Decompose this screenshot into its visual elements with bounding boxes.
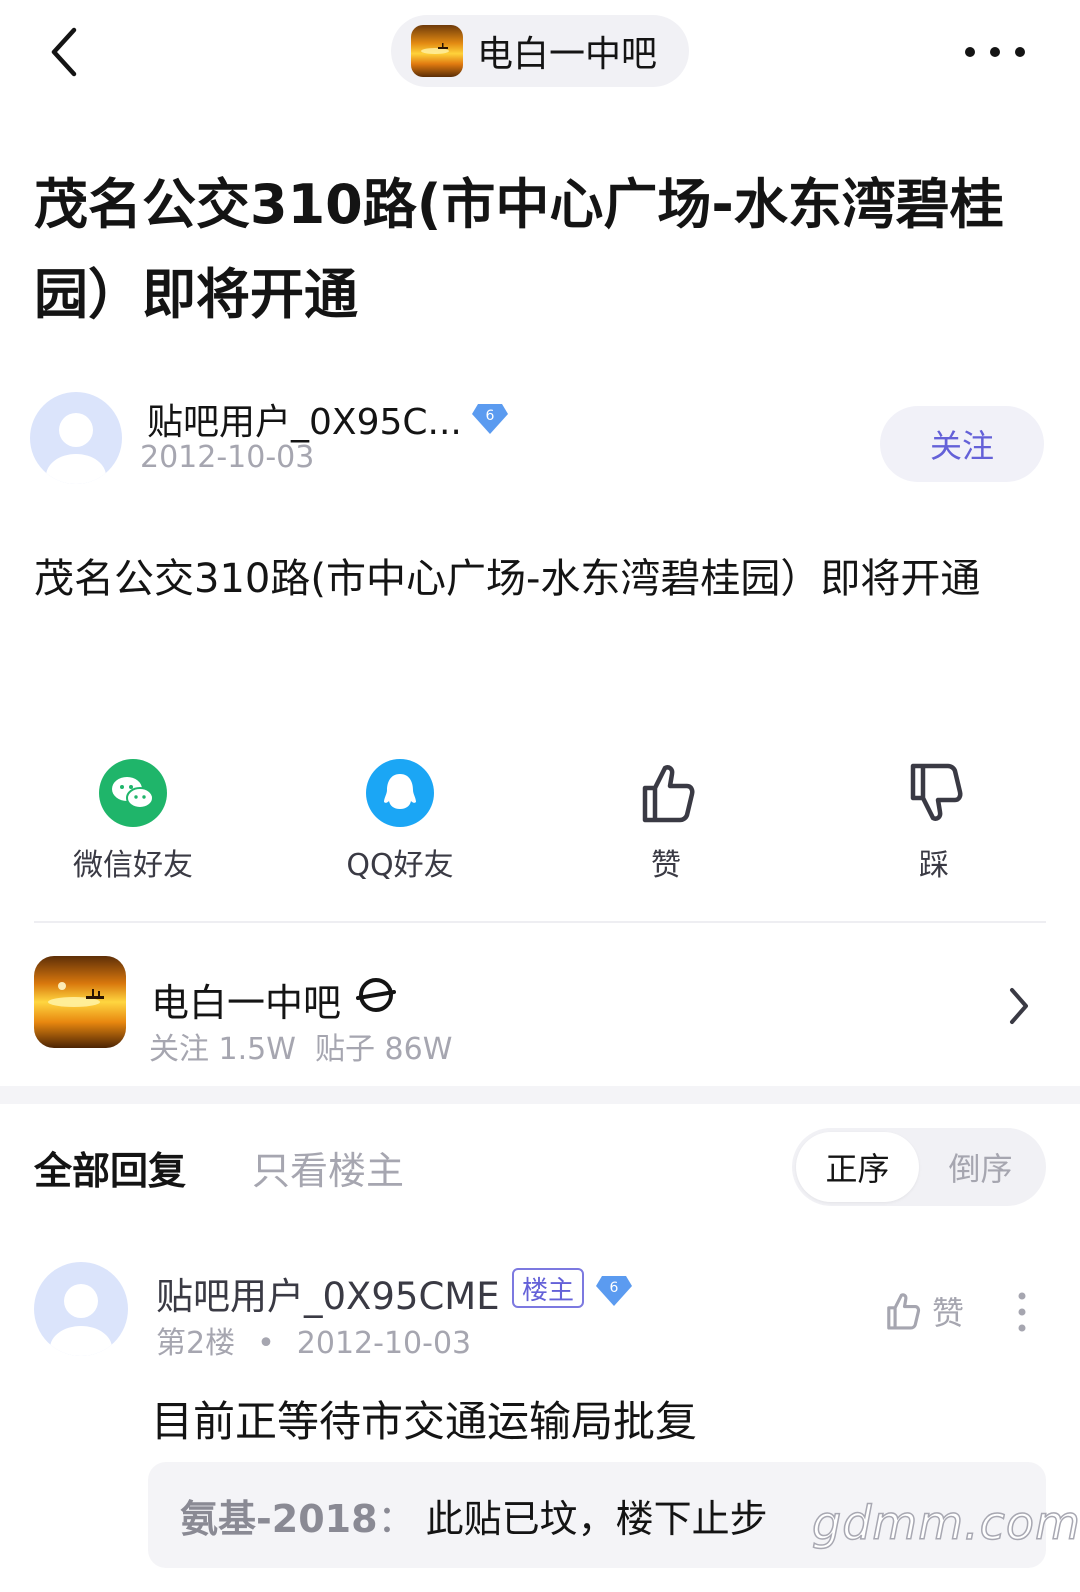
more-dots-icon: [965, 47, 1025, 57]
reply-like-label: 赞: [932, 1294, 965, 1332]
forum-header-name: 电白一中吧: [477, 34, 658, 75]
default-avatar-icon: [30, 392, 122, 484]
meta-separator: •: [257, 1326, 275, 1361]
sort-toggle: 正序 倒序: [792, 1128, 1046, 1206]
forum-stats: 关注 1.5W 贴子 86W: [149, 1032, 453, 1067]
forum-card-enter-button[interactable]: [1004, 986, 1034, 1026]
chevron-right-icon: [1010, 988, 1028, 1024]
reply-text: 目前正等待市交通运输局批复: [151, 1397, 698, 1446]
post-date: 2012-10-03: [140, 440, 315, 475]
diamond-level-icon: 6: [472, 404, 508, 434]
author-avatar[interactable]: [30, 392, 122, 484]
share-qq-button[interactable]: QQ好友: [300, 758, 500, 884]
forum-card-thumbnail[interactable]: [34, 956, 126, 1048]
level-badge: 6: [594, 1270, 634, 1310]
sort-desc-button[interactable]: 倒序: [919, 1132, 1042, 1202]
sub-reply-text: 此贴已坟，楼下止步: [425, 1496, 768, 1541]
tab-op-only[interactable]: 只看楼主: [252, 1140, 404, 1195]
reply-author-name[interactable]: 贴吧用户_0X95CME: [156, 1266, 500, 1320]
dislike-button[interactable]: 踩: [834, 758, 1034, 884]
dislike-label: 踩: [919, 848, 949, 883]
thumb-up-icon: [887, 1293, 921, 1330]
sort-asc-button[interactable]: 正序: [796, 1132, 919, 1202]
post-body-text: 茂名公交310路(市中心广场-水东湾碧桂园）即将开通: [34, 556, 981, 602]
divider: [34, 921, 1046, 923]
post-title: 茂名公交310路(市中心广场-水东湾碧桂园）即将开通: [34, 173, 1004, 326]
svg-text:6: 6: [610, 1280, 619, 1296]
section-separator: [0, 1086, 1080, 1104]
tab-all-replies[interactable]: 全部回复: [34, 1140, 186, 1195]
share-wechat-label: 微信好友: [73, 848, 193, 883]
thumb-up-icon: [642, 765, 695, 823]
reply-avatar[interactable]: [34, 1262, 128, 1356]
like-button[interactable]: 赞: [566, 758, 766, 884]
reply-more-button[interactable]: [1012, 1290, 1032, 1334]
svg-text:6: 6: [486, 408, 495, 424]
wechat-icon: [99, 759, 167, 827]
share-qq-label: QQ好友: [346, 848, 454, 883]
follow-button[interactable]: 关注: [880, 406, 1044, 482]
forum-card-name[interactable]: 电白一中吧: [151, 972, 341, 1027]
author-name[interactable]: 贴吧用户_0X95C...: [147, 393, 462, 445]
thumb-down-icon: [910, 763, 963, 821]
default-avatar-icon: [34, 1262, 128, 1356]
reply-floor: 第2楼: [156, 1326, 236, 1361]
back-button[interactable]: [40, 22, 100, 82]
diamond-level-icon: 6: [596, 1276, 632, 1306]
forum-sunset-thumbnail: [411, 25, 463, 77]
watermark: gdmm.com: [811, 1495, 1080, 1551]
sub-reply-author[interactable]: 氨基-2018: [180, 1488, 378, 1543]
qq-icon: [366, 759, 434, 827]
sub-reply-separator: ：: [377, 1496, 416, 1541]
more-options-button[interactable]: [960, 30, 1030, 74]
op-badge: 楼主: [512, 1268, 585, 1308]
reply-date: 2012-10-03: [296, 1326, 472, 1361]
vertical-dots-icon: [1018, 1292, 1026, 1332]
reply-like-button[interactable]: 赞: [880, 1288, 964, 1334]
share-wechat-button[interactable]: 微信好友: [33, 758, 233, 884]
level-badge: 6: [470, 398, 510, 438]
like-label: 赞: [651, 848, 681, 883]
forum-header-pill[interactable]: 电白一中吧: [391, 15, 689, 87]
forum-planet-icon: [355, 974, 397, 1016]
forum-sunset-image: [34, 956, 126, 1048]
chevron-left-icon: [51, 27, 77, 77]
reply-meta: 第2楼 • 2012-10-03: [156, 1318, 471, 1362]
